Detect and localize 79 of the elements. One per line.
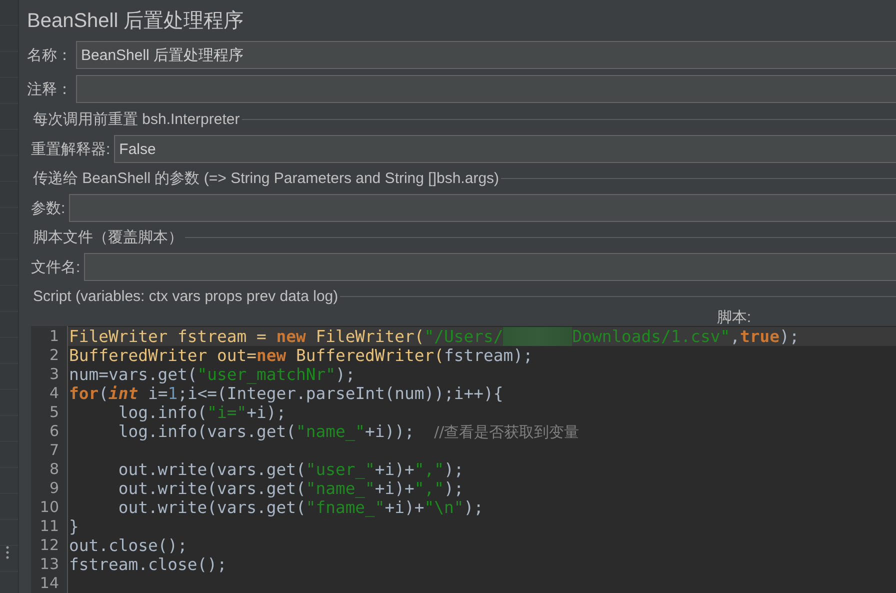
text-field[interactable]: BeanShell 后置处理程序 [76, 41, 896, 69]
field-label: 重置解释器: [31, 140, 110, 158]
code-token: log.info( [117, 403, 208, 422]
editor-label: 脚本: [716, 308, 751, 326]
code-editor[interactable] [31, 326, 896, 593]
code-token: "name_" [296, 422, 366, 441]
code-token: log.info(vars.get( [117, 422, 296, 441]
line-number: 9 [48, 479, 60, 498]
line-number: 13 [38, 555, 60, 574]
panel-title: BeanShell 后置处理程序 [27, 8, 245, 34]
line-number: 14 [38, 574, 60, 593]
text-field[interactable] [84, 253, 896, 281]
code-token: FileWriter fstream = [69, 327, 268, 346]
code-token: "," [414, 460, 444, 479]
code-token: out.write(vars.get( [117, 498, 306, 517]
code-token: ); [779, 327, 800, 346]
code-token: ); [444, 479, 464, 498]
code-token: out.write(vars.get( [117, 479, 306, 498]
code-token: 1 [168, 384, 178, 403]
section-heading: 脚本文件（覆盖脚本） [32, 228, 184, 247]
code-token: +i)+ [374, 479, 414, 498]
code-token: BufferedWriter out= [69, 346, 256, 365]
redaction-blur [503, 327, 572, 346]
line-number: 2 [48, 346, 60, 365]
code-token: "user_" [306, 460, 375, 479]
section-heading: 传递给 BeanShell 的参数 (=> String Parameters and String []bsh.args) [32, 169, 500, 188]
code-token: true [740, 327, 780, 346]
code-token: for [69, 384, 99, 403]
field-label: 文件名: [31, 258, 80, 276]
line-number: 11 [38, 517, 60, 536]
line-number: 3 [48, 365, 60, 384]
code-token: FileWriter( [314, 327, 424, 346]
line-number: 8 [48, 460, 60, 479]
text-field[interactable] [76, 75, 896, 103]
line-number: 5 [48, 403, 60, 422]
code-token: "user_matchNr" [197, 365, 336, 384]
line-number: 10 [38, 498, 60, 517]
code-token: new [256, 346, 286, 365]
code-token: ( [98, 384, 108, 403]
code-token: ); [444, 460, 464, 479]
code-token: i= [146, 384, 168, 403]
text-field[interactable]: False [114, 135, 896, 163]
code-token: "i=" [207, 403, 247, 422]
field-label: 注释： [27, 80, 72, 98]
code-token: "fname_" [306, 498, 385, 517]
code-token: ); [335, 365, 356, 384]
code-token: , [730, 327, 740, 346]
code-token: "\n" [424, 498, 464, 517]
code-token: int [108, 384, 138, 403]
code-token: BufferedWriter( [294, 346, 444, 365]
code-token: "name_" [306, 479, 375, 498]
code-token: +i)+ [384, 498, 424, 517]
line-number: 4 [48, 384, 60, 403]
code-token: +i)); [365, 422, 416, 441]
line-number: 1 [48, 327, 60, 346]
line-number: 7 [48, 441, 60, 460]
line-number: 6 [48, 422, 60, 441]
code-token: fstream.close(); [69, 555, 227, 574]
code-token: num=vars.get( [69, 365, 198, 384]
code-token: +i)+ [374, 460, 414, 479]
code-token: ); [464, 498, 484, 517]
section-heading: Script (variables: ctx vars props prev data log) [32, 288, 340, 305]
code-token: new [276, 327, 306, 346]
section-heading: 每次调用前重置 bsh.Interpreter [32, 110, 241, 129]
code-token: ;i<=(Integer.parseInt(num));i++){ [178, 384, 504, 403]
code-token: "," [414, 479, 444, 498]
code-token: +i); [246, 403, 286, 422]
code-token: } [69, 517, 79, 536]
code-token: //查看是否获取到变量 [434, 423, 580, 441]
text-field[interactable] [69, 194, 896, 222]
field-label: 名称： [27, 46, 72, 64]
drag-handle-icon[interactable] [6, 545, 9, 559]
line-number: 12 [38, 536, 60, 555]
field-label: 参数: [31, 198, 66, 218]
code-token: out.write(vars.get( [117, 460, 306, 479]
code-token: "/Users/ [424, 327, 504, 346]
code-token: fstream); [444, 346, 533, 365]
code-token: out.close(); [69, 536, 188, 555]
code-token: Downloads/1.csv" [572, 327, 730, 346]
